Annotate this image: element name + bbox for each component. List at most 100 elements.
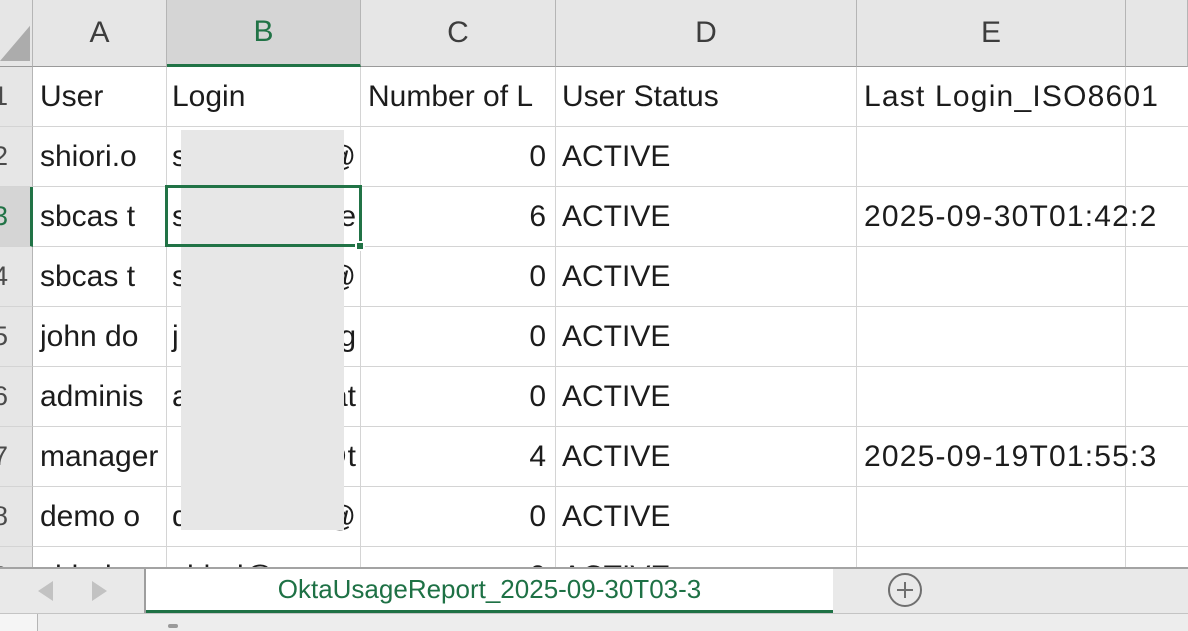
cell-E6[interactable] [857, 367, 1126, 427]
cell-text: 0 [529, 500, 546, 534]
cell-A7[interactable]: manager [33, 427, 167, 487]
column-header-B[interactable]: B [167, 0, 361, 67]
cell-F4[interactable] [1126, 247, 1188, 307]
cell-B1[interactable]: Login [167, 67, 361, 127]
row-number: 2 [0, 140, 8, 171]
cell-F7[interactable] [1126, 427, 1188, 487]
cell-text: 0 [529, 320, 546, 354]
cell-text: demo o [40, 500, 140, 534]
cell-D5[interactable]: ACTIVE [556, 307, 857, 367]
cell-C7[interactable]: 4 [361, 427, 556, 487]
sheet-nav-zone [0, 569, 146, 613]
cell-C1[interactable]: Number of L [361, 67, 556, 127]
cell-F8[interactable] [1126, 487, 1188, 547]
next-sheet-arrow-icon[interactable] [92, 581, 107, 601]
cell-text: 2025-09-30T01:42:2 [864, 200, 1157, 234]
sheet-tab-bar: OktaUsageReport_2025-09-30T03-3 [0, 567, 1188, 613]
column-header-D[interactable]: D [556, 0, 857, 67]
select-all-corner[interactable] [0, 0, 33, 67]
cell-text: john do [40, 320, 138, 354]
new-sheet-button[interactable] [888, 573, 922, 607]
cell-E4[interactable] [857, 247, 1126, 307]
cell-text: 2025-09-19T01:55:3 [864, 440, 1157, 474]
cell-text: ACTIVE [562, 500, 670, 534]
row-header-3[interactable]: 3 [0, 187, 33, 247]
active-sheet-tab[interactable]: OktaUsageReport_2025-09-30T03-3 [146, 569, 833, 613]
cell-D1[interactable]: User Status [556, 67, 857, 127]
cell-A5[interactable]: john do [33, 307, 167, 367]
sheet-tab-label: OktaUsageReport_2025-09-30T03-3 [278, 574, 701, 605]
cell-text: shiori.o [40, 140, 137, 174]
cell-text: 4 [529, 440, 546, 474]
column-header-A[interactable]: A [33, 0, 167, 67]
status-bar [0, 613, 1188, 631]
column-letter: E [981, 16, 1001, 50]
column-header-partial[interactable] [1126, 0, 1188, 67]
cell-text: 0 [529, 380, 546, 414]
cell-C4[interactable]: 0 [361, 247, 556, 307]
cell-C5[interactable]: 0 [361, 307, 556, 367]
row-header-2[interactable]: 2 [0, 127, 33, 187]
status-bar-corner [0, 614, 38, 631]
row-header-1[interactable]: 1 [0, 67, 33, 127]
cell-E2[interactable] [857, 127, 1126, 187]
cell-F6[interactable] [1126, 367, 1188, 427]
cell-text: manager [40, 440, 158, 474]
column-letter: A [89, 16, 109, 50]
cell-text: sbcas t [40, 260, 135, 294]
cell-C2[interactable]: 0 [361, 127, 556, 187]
cell-C3[interactable]: 6 [361, 187, 556, 247]
column-letter: C [447, 16, 469, 50]
cell-F3[interactable] [1126, 187, 1188, 247]
column-header-E[interactable]: E [857, 0, 1126, 67]
cell-D7[interactable]: ACTIVE [556, 427, 857, 487]
cell-C8[interactable]: 0 [361, 487, 556, 547]
cell-text: 0 [529, 260, 546, 294]
row-header-6[interactable]: 6 [0, 367, 33, 427]
cell-C6[interactable]: 0 [361, 367, 556, 427]
cell-text: ACTIVE [562, 200, 670, 234]
tab-bar-empty-zone [833, 569, 1188, 613]
cell-A3[interactable]: sbcas t [33, 187, 167, 247]
row-number: 1 [0, 80, 8, 111]
cell-F2[interactable] [1126, 127, 1188, 187]
cell-F1[interactable] [1126, 67, 1188, 127]
cell-E5[interactable] [857, 307, 1126, 367]
row-header-8[interactable]: 8 [0, 487, 33, 547]
cell-D6[interactable]: ACTIVE [556, 367, 857, 427]
cell-text: Login [172, 80, 245, 114]
cell-E3[interactable]: 2025-09-30T01:42:2 [857, 187, 1126, 247]
cell-E1[interactable]: Last Login_ISO8601 [857, 67, 1126, 127]
cell-A1[interactable]: User [33, 67, 167, 127]
cell-D4[interactable]: ACTIVE [556, 247, 857, 307]
cell-A4[interactable]: sbcas t [33, 247, 167, 307]
prev-sheet-arrow-icon[interactable] [38, 581, 53, 601]
cell-D8[interactable]: ACTIVE [556, 487, 857, 547]
spreadsheet: ABCDE 123456789 UserLoginNumber of LUser… [0, 0, 1188, 631]
status-bar-handle [168, 624, 178, 628]
cell-text: 0 [529, 140, 546, 174]
cell-text: Number of L [368, 80, 533, 114]
cell-D3[interactable]: ACTIVE [556, 187, 857, 247]
row-number: 6 [0, 380, 8, 411]
row-header-7[interactable]: 7 [0, 427, 33, 487]
cell-E8[interactable] [857, 487, 1126, 547]
cell-text: ACTIVE [562, 380, 670, 414]
cell-A2[interactable]: shiori.o [33, 127, 167, 187]
cell-E7[interactable]: 2025-09-19T01:55:3 [857, 427, 1126, 487]
column-header-C[interactable]: C [361, 0, 556, 67]
cell-text: ACTIVE [562, 140, 670, 174]
cell-D2[interactable]: ACTIVE [556, 127, 857, 187]
cell-F5[interactable] [1126, 307, 1188, 367]
column-letter: D [695, 16, 717, 50]
column-letter: B [253, 15, 273, 49]
cell-A8[interactable]: demo o [33, 487, 167, 547]
cell-A6[interactable]: adminis [33, 367, 167, 427]
row-header-4[interactable]: 4 [0, 247, 33, 307]
selected-cell-outline [165, 185, 362, 247]
fill-handle[interactable] [355, 241, 365, 251]
select-all-triangle-icon [0, 21, 30, 61]
table-row: UserLogin Number of L User StatusLast Logi… [33, 67, 1188, 127]
row-header-5[interactable]: 5 [0, 307, 33, 367]
cell-text: ACTIVE [562, 260, 670, 294]
